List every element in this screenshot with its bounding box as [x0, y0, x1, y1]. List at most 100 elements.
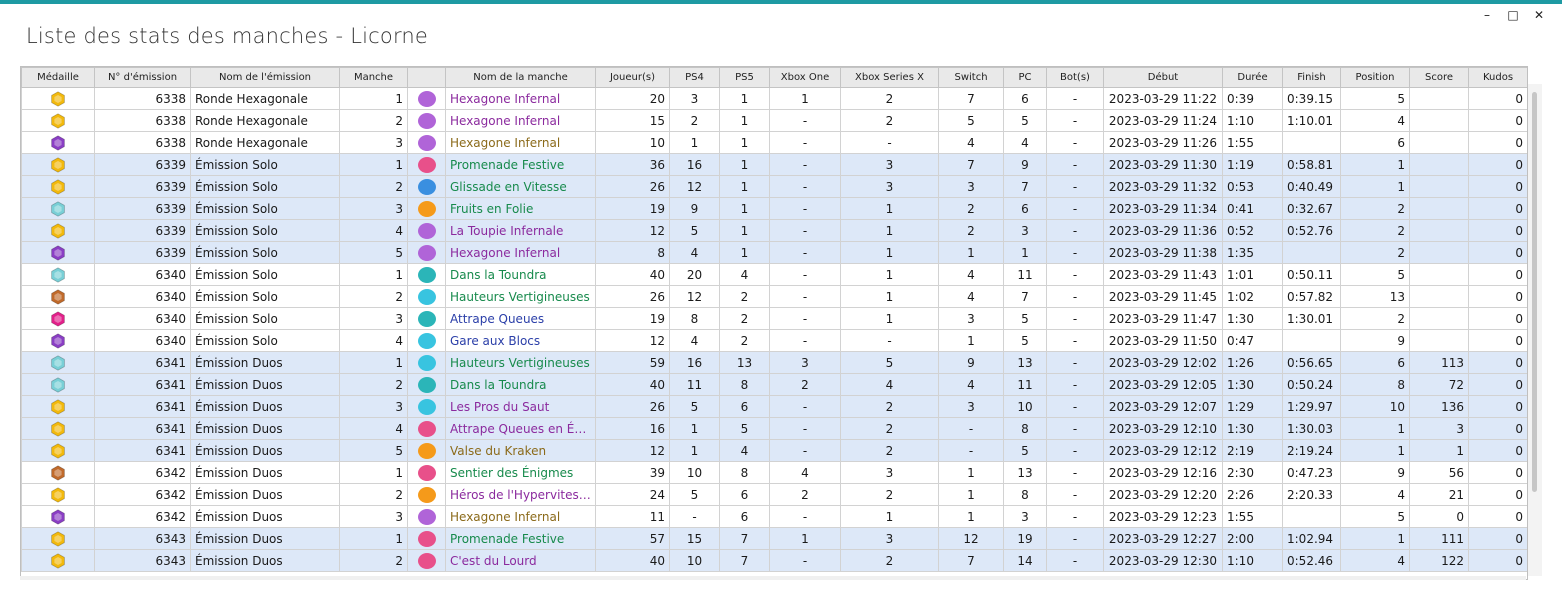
column-header[interactable]: PC [1003, 67, 1047, 88]
table-row[interactable]: 6341 Émission Duos 5 Valse du Kraken 12 1 4-2-… [21, 439, 1527, 462]
cell-duration: 1:29 [1222, 395, 1283, 418]
cell-finish: 1:30.01 [1282, 307, 1341, 330]
cell-duration: 0:41 [1222, 197, 1283, 220]
cell-ps4: 3 [669, 87, 720, 110]
cell-start: 2023-03-29 12:30 [1103, 549, 1223, 572]
column-header[interactable]: Switch [938, 67, 1004, 88]
table-row[interactable]: 6342 Émission Duos 2 Héros de l'Hypervitess… [21, 483, 1527, 506]
column-header[interactable]: N° d'émission [94, 67, 191, 88]
cell-ps5: 2 [719, 307, 770, 330]
table-row[interactable]: 6343 Émission Duos 2 C'est du Lourd 40 10 7-2 7… [21, 549, 1527, 572]
table-row[interactable]: 6340 Émission Solo 2 Hauteurs Vertigineuses… [21, 285, 1527, 308]
cell-position: 9 [1340, 329, 1410, 352]
table-row[interactable]: 6338 Ronde Hexagonale 2 Hexagone Infernal 15… [21, 109, 1527, 132]
column-header[interactable] [407, 67, 446, 88]
round-icon [417, 332, 436, 349]
round-icon-cell [407, 329, 446, 352]
cell-xone: 2 [769, 373, 841, 396]
table-row[interactable]: 6341 Émission Duos 4 Attrape Queues en Équi… [21, 417, 1527, 440]
cell-kudos: 0 [1468, 153, 1527, 176]
column-header[interactable]: PS4 [669, 67, 720, 88]
column-header[interactable]: Xbox Series X [840, 67, 939, 88]
table-row[interactable]: 6340 Émission Solo 3 Attrape Queues 19 8 2-1 3 5… [21, 307, 1527, 330]
table-row[interactable]: 6340 Émission Solo 4 Gare aux Blocs 12 4 2- -1 5… [21, 329, 1527, 352]
column-header[interactable]: Début [1103, 67, 1223, 88]
cell-position: 1 [1340, 527, 1410, 550]
table-row[interactable]: 6341 Émission Duos 1 Hauteurs Vertigineuses… [21, 351, 1527, 374]
cell-start: 2023-03-29 12:23 [1103, 505, 1223, 528]
round-icon [417, 508, 436, 525]
cell-duration: 1:55 [1222, 505, 1283, 528]
column-header[interactable]: Durée [1222, 67, 1283, 88]
cell-xone: - [769, 549, 841, 572]
cell-emission: 6338 [94, 87, 191, 110]
table-row[interactable]: 6339 Émission Solo 4 La Toupie Infernale 12 5… [21, 219, 1527, 242]
medal-cell [21, 109, 95, 132]
stats-grid[interactable]: Médaille N° d'émission Nom de l'émission Ma… [20, 66, 1528, 580]
table-row[interactable]: 6339 Émission Solo 5 Hexagone Infernal 8 4 1-1… [21, 241, 1527, 264]
cell-start: 2023-03-29 11:34 [1103, 197, 1223, 220]
table-row[interactable]: 6341 Émission Duos 3 Les Pros du Saut 26 5 6-2… [21, 395, 1527, 418]
table-row[interactable]: 6342 Émission Duos 1 Sentier des Énigmes 39 1… [21, 461, 1527, 484]
cell-position: 13 [1340, 285, 1410, 308]
table-row[interactable]: 6339 Émission Solo 1 Promenade Festive 36 16 1… [21, 153, 1527, 176]
cell-ps4: 5 [669, 483, 720, 506]
column-header[interactable]: Médaille [21, 67, 95, 88]
column-header[interactable]: Xbox One [769, 67, 841, 88]
column-header[interactable]: Nom de l'émission [190, 67, 340, 88]
column-header[interactable]: Joueur(s) [595, 67, 670, 88]
table-row[interactable]: 6339 Émission Solo 2 Glissade en Vitesse 26 1… [21, 175, 1527, 198]
cell-bots: - [1046, 285, 1104, 308]
column-header[interactable]: PS5 [719, 67, 770, 88]
cell-emission: 6340 [94, 285, 191, 308]
medal-cell [21, 285, 95, 308]
cell-round: 1 [339, 527, 408, 550]
column-header[interactable]: Bot(s) [1046, 67, 1104, 88]
cell-ps5: 2 [719, 329, 770, 352]
cell-round: 2 [339, 373, 408, 396]
round-icon-cell [407, 175, 446, 198]
cell-players: 59 [595, 351, 670, 374]
cell-start: 2023-03-29 12:05 [1103, 373, 1223, 396]
column-header[interactable]: Finish [1282, 67, 1341, 88]
maximize-button[interactable]: □ [1500, 6, 1526, 24]
minimize-button[interactable]: – [1474, 6, 1500, 24]
cell-round: 3 [339, 197, 408, 220]
column-header[interactable]: Manche [339, 67, 408, 88]
cell-finish: 0:52.46 [1282, 549, 1341, 572]
column-header[interactable]: Position [1340, 67, 1410, 88]
column-header[interactable]: Kudos [1468, 67, 1527, 88]
cell-name: Hexagone Infernal [445, 131, 596, 154]
cell-name: La Toupie Infernale [445, 219, 596, 242]
cell-finish: 1:30.03 [1282, 417, 1341, 440]
close-button[interactable]: ✕ [1526, 6, 1552, 24]
cell-bots: - [1046, 175, 1104, 198]
medal-icon [51, 244, 65, 261]
scrollbar-thumb[interactable] [1532, 92, 1537, 492]
cell-ps5: 1 [719, 219, 770, 242]
cell-switch: 1 [938, 505, 1004, 528]
round-icon-cell [407, 307, 446, 330]
cell-start: 2023-03-29 11:45 [1103, 285, 1223, 308]
table-row[interactable]: 6341 Émission Duos 2 Dans la Toundra 40 11 8 2 4… [21, 373, 1527, 396]
table-row[interactable]: 6338 Ronde Hexagonale 3 Hexagone Infernal 10… [21, 131, 1527, 154]
cell-players: 11 [595, 505, 670, 528]
cell-pc: 5 [1003, 109, 1047, 132]
table-row[interactable]: 6340 Émission Solo 1 Dans la Toundra 40 20 4-1… [21, 263, 1527, 286]
vertical-scrollbar[interactable] [1528, 84, 1542, 576]
table-row[interactable]: 6339 Émission Solo 3 Fruits en Folie 19 9 1-1 2… [21, 197, 1527, 220]
table-row[interactable]: 6343 Émission Duos 1 Promenade Festive 57 15 7… [21, 527, 1527, 550]
round-icon-cell [407, 219, 446, 242]
cell-emission: 6342 [94, 483, 191, 506]
table-row[interactable]: 6338 Ronde Hexagonale 1 Hexagone Infernal 20… [21, 87, 1527, 110]
cell-ps5: 1 [719, 131, 770, 154]
cell-kudos: 0 [1468, 483, 1527, 506]
column-header[interactable]: Score [1409, 67, 1469, 88]
cell-pc: 19 [1003, 527, 1047, 550]
cell-name: Glissade en Vitesse [445, 175, 596, 198]
round-icon [417, 200, 436, 217]
medal-icon [51, 354, 65, 371]
cell-position: 5 [1340, 263, 1410, 286]
table-row[interactable]: 6342 Émission Duos 3 Hexagone Infernal 11-6-… [21, 505, 1527, 528]
column-header[interactable]: Nom de la manche [445, 67, 596, 88]
